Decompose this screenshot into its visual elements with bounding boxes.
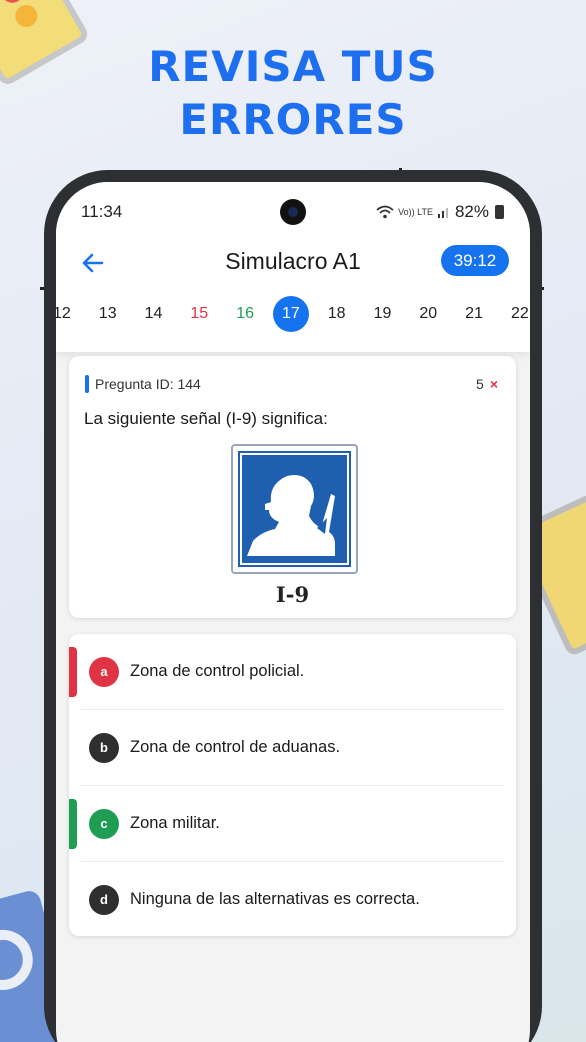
- answer-option-b[interactable]: b Zona de control de aduanas.: [69, 710, 516, 786]
- question-number-18[interactable]: 18: [314, 296, 360, 332]
- error-count-value: 5: [476, 376, 484, 392]
- road-sign-image: [231, 444, 358, 574]
- status-time: 11:34: [81, 202, 123, 221]
- phone-frame: 11:34 Vo)) LTE 82% Simulacro A1 39:12 12…: [44, 170, 542, 1042]
- question-number-15[interactable]: 15: [176, 296, 222, 332]
- network-type-label: Vo)) LTE: [398, 206, 433, 217]
- question-number-label: 12: [56, 305, 71, 322]
- wifi-icon: [376, 205, 394, 219]
- answer-text: Zona de control policial.: [130, 662, 305, 680]
- question-number-label: 16: [236, 305, 254, 322]
- correct-answer-marker: [69, 799, 77, 849]
- question-number-20[interactable]: 20: [405, 296, 451, 332]
- question-number-bar: 12 13 14 15 16 17 18 19 20 21 22: [56, 296, 530, 332]
- answer-text: Zona de control de aduanas.: [130, 738, 341, 756]
- headline: REVISA TUS ERRORES: [0, 40, 586, 146]
- front-camera: [280, 199, 306, 225]
- answer-option-c[interactable]: c Zona militar.: [69, 786, 516, 862]
- question-number-label: 15: [190, 305, 209, 322]
- answer-letter-badge: d: [89, 885, 119, 915]
- question-number-19[interactable]: 19: [360, 296, 406, 332]
- battery-icon: [495, 205, 504, 219]
- answers-card: a Zona de control policial. b Zona de contr…: [69, 634, 516, 936]
- question-number-label: 22: [510, 305, 529, 322]
- question-text: La siguiente señal (I-9) significa:: [84, 409, 328, 428]
- question-number-label: 14: [144, 305, 163, 322]
- sign-code-label: I-9: [275, 582, 310, 607]
- answer-letter-badge: c: [89, 809, 119, 839]
- status-icons: Vo)) LTE 82%: [376, 202, 504, 222]
- question-card: Pregunta ID: 144 5 × La siguiente señal (…: [69, 356, 516, 618]
- question-number-label: 13: [98, 305, 117, 322]
- answer-letter-badge: b: [89, 733, 119, 763]
- headline-line-2: ERRORES: [179, 95, 407, 144]
- question-number-label: 19: [373, 305, 392, 322]
- question-id: Pregunta ID: 144: [85, 375, 201, 393]
- question-number-21[interactable]: 21: [451, 296, 497, 332]
- answer-option-d[interactable]: d Ninguna de las alternativas es correcta…: [69, 862, 516, 936]
- signal-icon: [437, 208, 448, 218]
- question-number-label: 21: [465, 305, 483, 322]
- phone-screen: 11:34 Vo)) LTE 82% Simulacro A1 39:12 12…: [56, 182, 530, 1042]
- question-number-14[interactable]: 14: [131, 296, 177, 332]
- answer-option-a[interactable]: a Zona de control policial.: [69, 634, 516, 710]
- question-number-17[interactable]: 17: [268, 296, 314, 332]
- timer-badge: 39:12: [441, 245, 509, 276]
- question-number-13[interactable]: 13: [85, 296, 131, 332]
- error-count: 5 ×: [476, 376, 498, 392]
- question-number-12[interactable]: 12: [56, 296, 85, 332]
- answer-text: Zona militar.: [130, 814, 220, 832]
- battery-percentage: 82%: [454, 202, 489, 221]
- headline-line-1: REVISA TUS: [148, 42, 438, 91]
- question-number-22[interactable]: 22: [497, 296, 530, 332]
- question-number-16[interactable]: 16: [222, 296, 268, 332]
- question-number-label: 17: [272, 296, 309, 332]
- question-number-label: 20: [419, 305, 438, 322]
- question-number-label: 18: [327, 305, 346, 322]
- answer-letter-badge: a: [89, 657, 119, 687]
- answer-text: Ninguna de las alternativas es correcta.: [130, 890, 420, 908]
- error-x-icon: ×: [489, 376, 498, 392]
- wrong-answer-marker: [69, 647, 77, 697]
- status-bar: 11:34 Vo)) LTE 82%: [56, 199, 530, 225]
